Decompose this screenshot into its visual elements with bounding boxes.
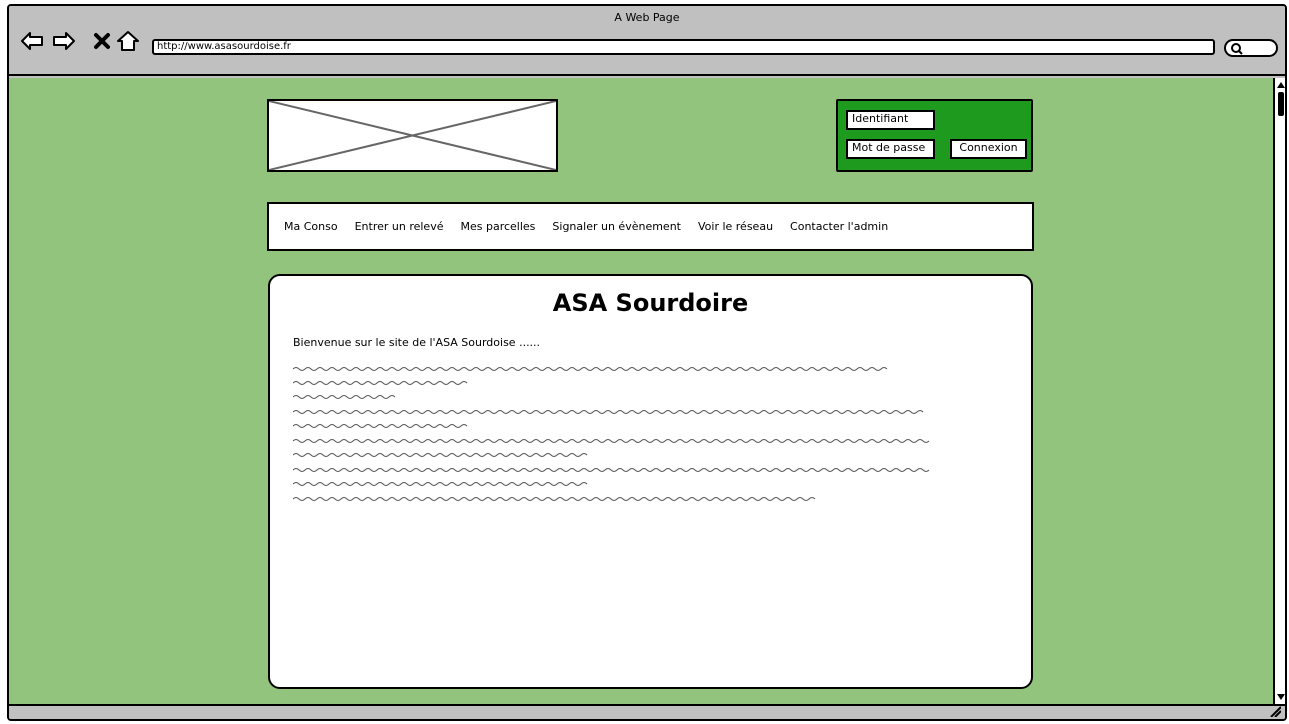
content-panel: ASA Sourdoire Bienvenue sur le site de l…	[268, 274, 1033, 689]
scroll-down-arrow-icon[interactable]	[1275, 692, 1285, 702]
resize-grip-icon[interactable]	[1269, 702, 1282, 719]
squiggle-line	[293, 381, 468, 385]
welcome-text: Bienvenue sur le site de l'ASA Sourdoise…	[293, 336, 541, 349]
home-icon[interactable]	[115, 28, 141, 54]
browser-titlebar: A Web Page http://www.asasourdoise.fr	[9, 6, 1285, 76]
password-field[interactable]: Mot de passe	[846, 139, 935, 159]
window-title: A Web Page	[614, 11, 680, 24]
squiggle-line	[293, 453, 588, 457]
forward-arrow-icon[interactable]	[51, 28, 77, 54]
page-title: ASA Sourdoire	[552, 289, 749, 317]
menu-item-signaler-evenement[interactable]: Signaler un évènement	[552, 220, 681, 233]
browser-window: A Web Page http://www.asasourdoise.fr Id…	[7, 4, 1287, 721]
squiggle-line	[293, 497, 816, 501]
squiggle-line	[293, 367, 888, 371]
squiggle-line	[293, 439, 930, 443]
login-box: Identifiant Mot de passe Connexion	[836, 99, 1033, 172]
back-arrow-icon[interactable]	[19, 28, 45, 54]
squiggle-line	[293, 410, 924, 414]
logo-placeholder	[267, 99, 558, 172]
menu-item-entrer-releve[interactable]: Entrer un relevé	[355, 220, 444, 233]
menu-item-ma-conso[interactable]: Ma Conso	[284, 220, 338, 233]
image-placeholder-icon	[268, 100, 557, 171]
squiggle-line	[293, 395, 396, 399]
menu-item-contacter-admin[interactable]: Contacter l'admin	[790, 220, 888, 233]
status-bar	[9, 702, 1285, 719]
search-icon	[1231, 43, 1243, 55]
menu-item-mes-parcelles[interactable]: Mes parcelles	[460, 220, 535, 233]
scroll-up-arrow-icon[interactable]	[1275, 80, 1285, 90]
main-menu: Ma Conso Entrer un relevé Mes parcelles …	[267, 202, 1034, 251]
menu-item-voir-reseau[interactable]: Voir le réseau	[698, 220, 773, 233]
connexion-button[interactable]: Connexion	[950, 139, 1027, 159]
page-viewport: Identifiant Mot de passe Connexion Ma Co…	[9, 78, 1273, 704]
search-button[interactable]	[1224, 39, 1278, 57]
scroll-thumb[interactable]	[1278, 92, 1284, 116]
identifiant-field[interactable]: Identifiant	[846, 110, 935, 130]
squiggle-line	[293, 482, 588, 486]
squiggle-line	[293, 424, 468, 428]
stop-icon[interactable]	[89, 28, 115, 54]
vertical-scrollbar[interactable]	[1273, 78, 1285, 704]
squiggle-line	[293, 468, 930, 472]
url-bar[interactable]: http://www.asasourdoise.fr	[152, 39, 1215, 55]
